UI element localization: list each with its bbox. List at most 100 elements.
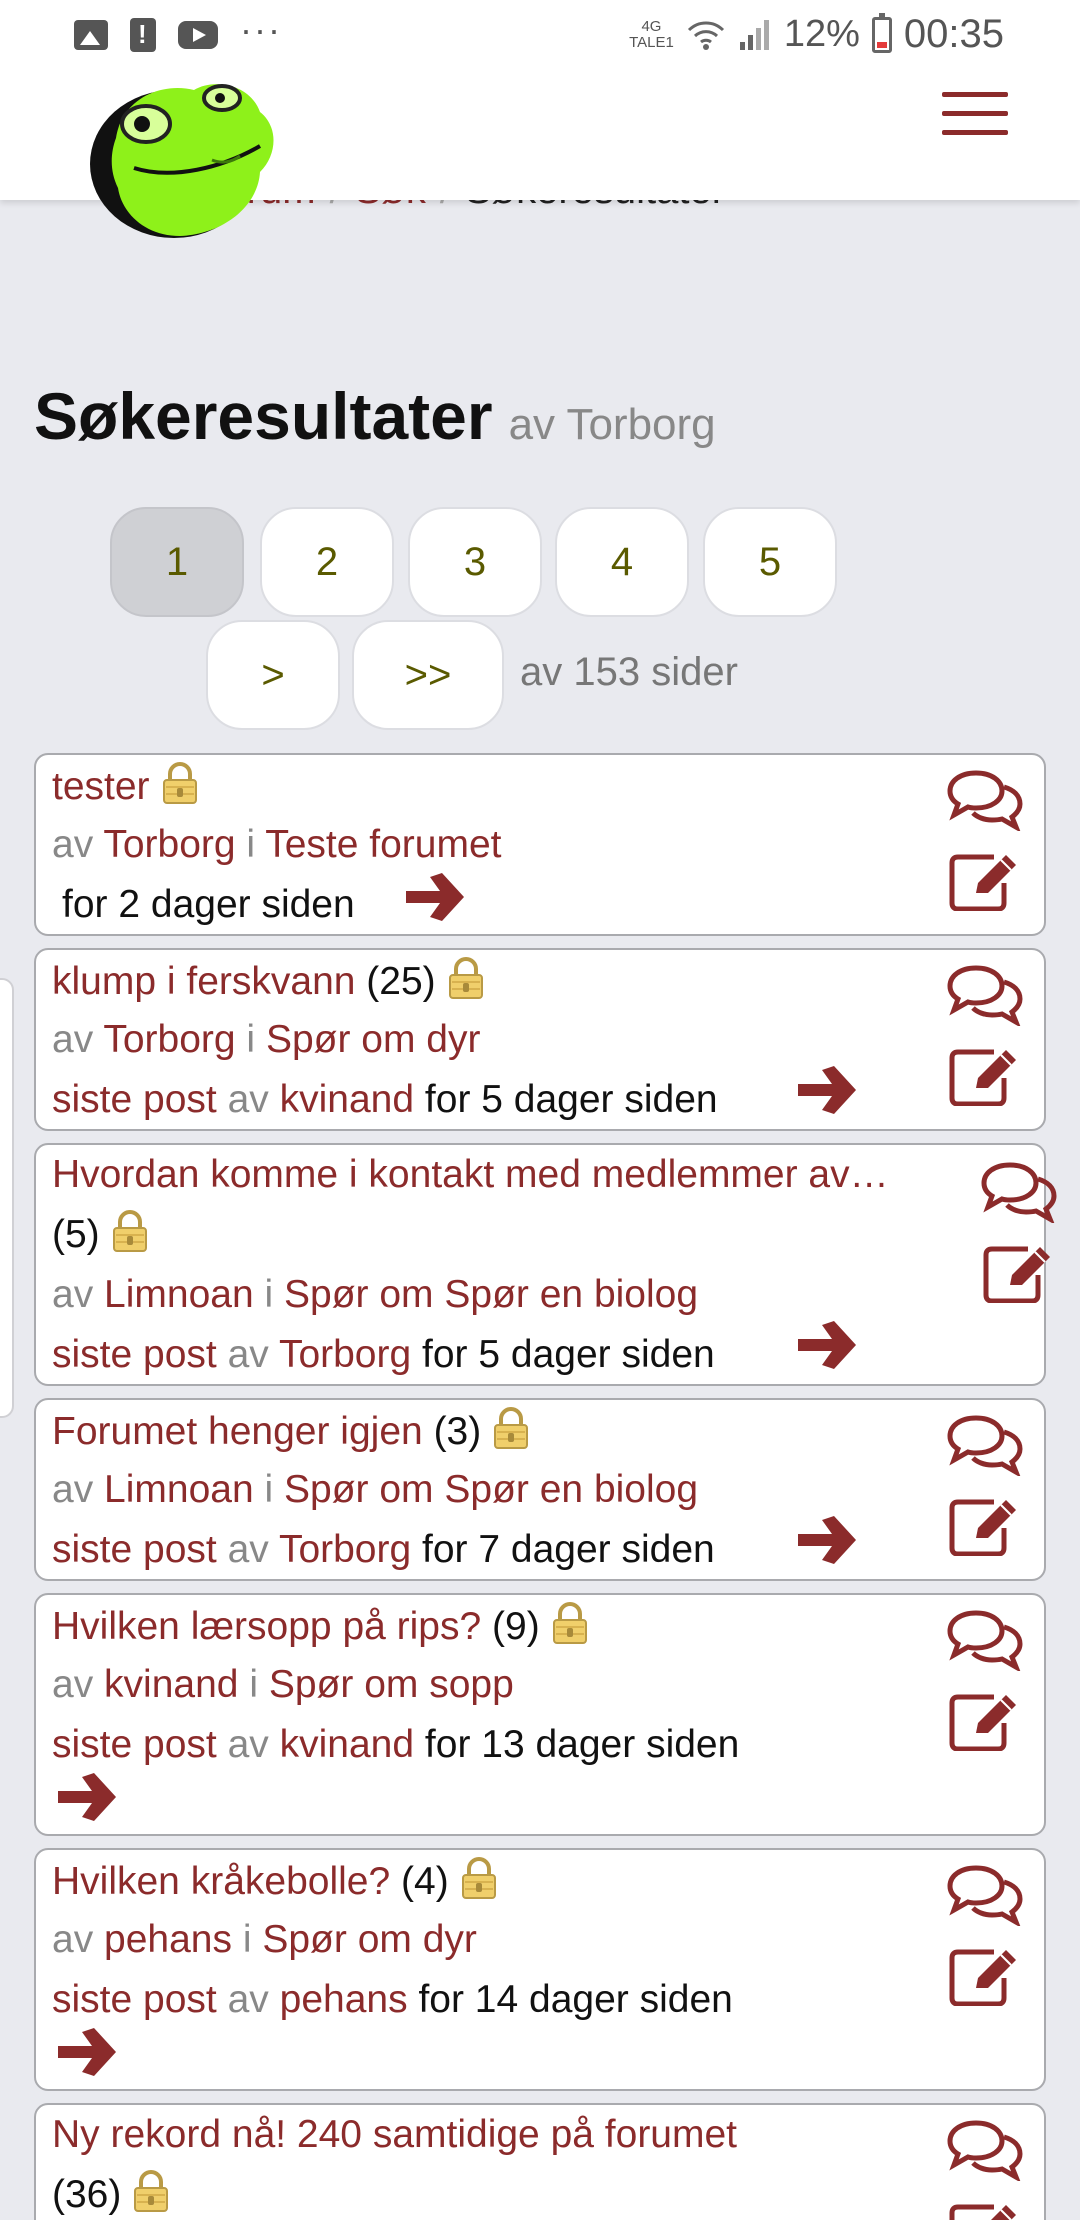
go-to-last-post-arrow-icon[interactable] bbox=[794, 1317, 860, 1373]
topic-title[interactable]: Hvordan komme i kontakt med medlemmer av… bbox=[52, 1153, 889, 1196]
page-3-button[interactable]: 3 bbox=[408, 507, 542, 617]
reply-count: (5) bbox=[52, 1213, 100, 1256]
go-to-last-post-arrow-icon[interactable] bbox=[402, 869, 468, 925]
topic-title[interactable]: klump i ferskvann bbox=[52, 960, 355, 1003]
comments-icon[interactable] bbox=[946, 1414, 1024, 1476]
comments-icon[interactable] bbox=[980, 1161, 1058, 1223]
last-post-link[interactable]: siste post bbox=[52, 1723, 217, 1766]
go-to-last-post-arrow-icon[interactable] bbox=[54, 1769, 120, 1825]
topic-card[interactable]: Hvilken kråkebolle? (4) av pehans i Spør… bbox=[34, 1848, 1046, 2091]
go-to-last-post-arrow-icon[interactable] bbox=[794, 1062, 860, 1118]
reply-count: (25) bbox=[366, 960, 436, 1003]
edit-icon[interactable] bbox=[946, 1689, 1024, 1751]
page-1-button[interactable]: 1 bbox=[110, 507, 244, 617]
page-title-author: av Torborg bbox=[508, 400, 716, 449]
last-post-link[interactable]: siste post bbox=[52, 1528, 217, 1571]
menu-icon[interactable] bbox=[942, 92, 1008, 138]
topic-meta: av Limnoan i Spør om Spør en biolog bbox=[52, 1271, 698, 1319]
last-post-link[interactable]: siste post bbox=[52, 1978, 217, 2021]
topic-meta: av kvinand i Spør om sopp bbox=[52, 1661, 514, 1709]
topic-title[interactable]: Ny rekord nå! 240 samtidige på forumet bbox=[52, 2113, 737, 2156]
topic-title-line: klump i ferskvann (25) bbox=[52, 956, 488, 1006]
topic-title-line: tester bbox=[52, 761, 202, 811]
edit-icon[interactable] bbox=[946, 1044, 1024, 1106]
topic-card[interactable]: Ny rekord nå! 240 samtidige på forumet (… bbox=[34, 2103, 1046, 2220]
last-post-link[interactable]: siste post bbox=[52, 1333, 217, 1376]
page-2-button[interactable]: 2 bbox=[260, 507, 394, 617]
topic-time: for 7 dager siden bbox=[422, 1528, 715, 1571]
last-post-line: siste post av Torborg for 7 dager siden bbox=[52, 1526, 715, 1574]
by-label: av bbox=[52, 1273, 94, 1316]
site-logo[interactable] bbox=[82, 68, 282, 242]
lock-icon bbox=[457, 1856, 501, 1900]
topic-author[interactable]: pehans bbox=[104, 1918, 232, 1961]
topic-title-line: Forumet henger igjen (3) bbox=[52, 1406, 533, 1456]
topic-card[interactable]: Hvordan komme i kontakt med medlemmer av… bbox=[34, 1143, 1046, 1386]
last-poster[interactable]: kvinand bbox=[280, 1078, 414, 1121]
edit-icon[interactable] bbox=[946, 2199, 1024, 2220]
topic-forum[interactable]: Spør om Spør en biolog bbox=[284, 1273, 698, 1316]
topic-forum[interactable]: Spør om Spør en biolog bbox=[284, 1468, 698, 1511]
last-poster[interactable]: Torborg bbox=[279, 1528, 411, 1571]
in-label: i bbox=[242, 1918, 252, 1961]
topic-meta: av pehans i Spør om dyr bbox=[52, 1916, 477, 1964]
next-page-button[interactable]: > bbox=[206, 620, 340, 730]
topic-author[interactable]: Torborg bbox=[103, 1018, 235, 1061]
comments-icon[interactable] bbox=[946, 1609, 1024, 1671]
topic-time: for 14 dager siden bbox=[418, 1978, 733, 2021]
edit-icon[interactable] bbox=[946, 1494, 1024, 1556]
topic-author[interactable]: kvinand bbox=[104, 1663, 238, 1706]
by-label: av bbox=[52, 1663, 94, 1706]
topic-time: for 13 dager siden bbox=[424, 1723, 740, 1766]
last-poster[interactable]: pehans bbox=[280, 1978, 408, 2021]
edit-icon[interactable] bbox=[946, 849, 1024, 911]
last-page-button[interactable]: >> bbox=[352, 620, 504, 730]
page-4-button[interactable]: 4 bbox=[555, 507, 689, 617]
last-poster[interactable]: kvinand bbox=[280, 1723, 414, 1766]
youtube-notification-icon bbox=[178, 21, 218, 49]
topic-author[interactable]: Limnoan bbox=[104, 1468, 254, 1511]
in-label: i bbox=[246, 823, 256, 866]
topic-author[interactable]: Torborg bbox=[103, 823, 235, 866]
lock-icon bbox=[108, 1209, 152, 1253]
notification-icons: ··· bbox=[74, 12, 282, 52]
topic-card[interactable]: Hvilken lærsopp på rips? (9) av kvinand … bbox=[34, 1593, 1046, 1836]
page-5-button[interactable]: 5 bbox=[703, 507, 837, 617]
topic-card[interactable]: klump i ferskvann (25) av Torborg i Spør… bbox=[34, 948, 1046, 1131]
topic-forum[interactable]: Teste forumet bbox=[265, 823, 501, 866]
comments-icon[interactable] bbox=[946, 769, 1024, 831]
topic-title-line: Hvordan komme i kontakt med medlemmer av… bbox=[52, 1151, 889, 1199]
topic-forum[interactable]: Spør om dyr bbox=[262, 1918, 477, 1961]
comments-icon[interactable] bbox=[946, 2119, 1024, 2181]
last-post-line: siste post av kvinand for 5 dager siden bbox=[52, 1076, 718, 1124]
network-operator-label: TALE1 bbox=[629, 33, 674, 51]
topic-title[interactable]: tester bbox=[52, 765, 150, 808]
last-post-link[interactable]: siste post bbox=[52, 1078, 217, 1121]
topic-card[interactable]: Forumet henger igjen (3) av Limnoan i Sp… bbox=[34, 1398, 1046, 1581]
last-poster[interactable]: Torborg bbox=[279, 1333, 411, 1376]
topic-forum[interactable]: Spør om dyr bbox=[266, 1018, 481, 1061]
topic-title[interactable]: Hvilken kråkebolle? bbox=[52, 1860, 390, 1903]
status-bar: ··· 4G TALE1 12% 00:35 bbox=[0, 0, 1080, 72]
edit-icon[interactable] bbox=[946, 1944, 1024, 2006]
alert-notification-icon bbox=[130, 18, 156, 52]
edit-icon[interactable] bbox=[980, 1241, 1058, 1303]
topic-forum[interactable]: Spør om sopp bbox=[269, 1663, 514, 1706]
last-post-line: siste post av pehans for 14 dager siden bbox=[52, 1976, 733, 2024]
comments-icon[interactable] bbox=[946, 1864, 1024, 1926]
topic-time: for 5 dager siden bbox=[422, 1333, 715, 1376]
by-label: av bbox=[227, 1978, 269, 2021]
topic-card[interactable]: tester av Torborg i Teste forumet for 2 … bbox=[34, 753, 1046, 936]
page-count: av 153 sider bbox=[520, 650, 738, 694]
side-panel-handle[interactable] bbox=[0, 978, 14, 1418]
battery-icon bbox=[871, 12, 892, 53]
last-post-line: siste post av Torborg for 5 dager siden bbox=[52, 1331, 715, 1379]
reply-count: (36) bbox=[52, 2173, 122, 2216]
go-to-last-post-arrow-icon[interactable] bbox=[54, 2024, 120, 2080]
topic-author[interactable]: Limnoan bbox=[104, 1273, 254, 1316]
go-to-last-post-arrow-icon[interactable] bbox=[794, 1512, 860, 1568]
in-label: i bbox=[249, 1663, 258, 1706]
comments-icon[interactable] bbox=[946, 964, 1024, 1026]
topic-title[interactable]: Forumet henger igjen bbox=[52, 1410, 423, 1453]
topic-title[interactable]: Hvilken lærsopp på rips? bbox=[52, 1605, 481, 1648]
